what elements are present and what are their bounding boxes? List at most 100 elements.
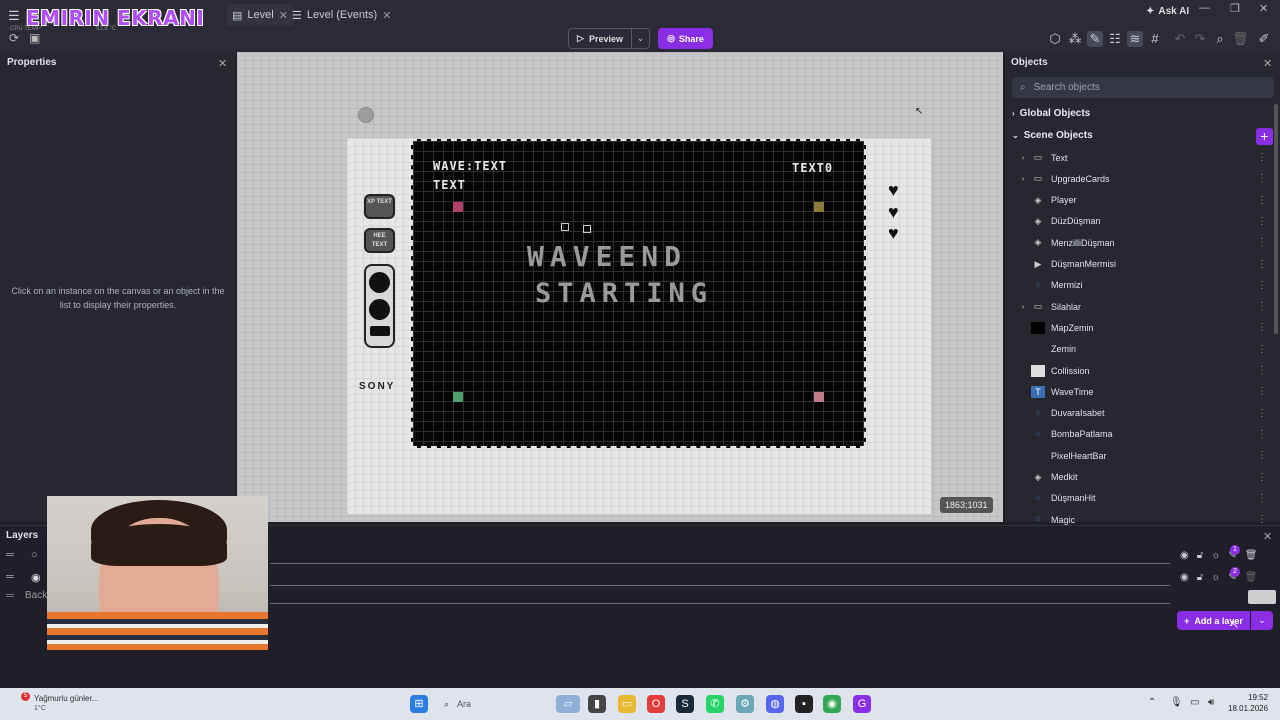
app-icon[interactable]: ▪	[795, 695, 813, 713]
delete-icon[interactable]: 🗑	[1232, 31, 1249, 47]
object-row[interactable]: ▶ DüşmanMermisi ⋮	[1015, 254, 1275, 275]
windows-start-icon[interactable]: ⊞	[410, 695, 428, 713]
more-options-icon[interactable]: ⋮	[1257, 237, 1267, 248]
redo-icon[interactable]: ↷	[1192, 31, 1208, 47]
xp-badge[interactable]: XP TEXT	[364, 194, 395, 219]
eye-icon[interactable]: ◉	[1180, 550, 1189, 561]
save-icon[interactable]: ▣	[29, 31, 40, 45]
more-options-icon[interactable]: ⋮	[1257, 472, 1267, 483]
tray-chevron-icon[interactable]: ⌃	[1148, 697, 1156, 708]
object-row[interactable]: ⁘ Mermizi ⋮	[1015, 275, 1275, 296]
close-icon[interactable]: ✕	[382, 9, 391, 22]
properties-list-icon[interactable]: ☷	[1107, 31, 1123, 47]
eye-icon[interactable]: ◉	[1180, 572, 1189, 583]
settings-icon[interactable]: ⚙	[736, 695, 754, 713]
preview-button[interactable]: ▷ Preview	[568, 28, 632, 49]
object-row[interactable]: Collission ⋮	[1015, 360, 1275, 381]
heart-icon[interactable]: ♥	[888, 180, 899, 201]
lock-icon[interactable]: 🔓︎	[1197, 550, 1203, 561]
background-color-swatch[interactable]	[1248, 590, 1276, 604]
heart-icon[interactable]: ♥	[888, 223, 899, 244]
scene-objects-group[interactable]: ⌄ Scene Objects	[1012, 130, 1093, 141]
object-row[interactable]: ◈ DüzDüşman ⋮	[1015, 211, 1275, 232]
brand-text[interactable]: SONY	[359, 381, 395, 392]
object-row[interactable]: PixelHeartBar ⋮	[1015, 445, 1275, 466]
pink-marker[interactable]	[453, 202, 463, 212]
folder-icon[interactable]: ▭	[618, 695, 636, 713]
chevron-right-icon[interactable]: ›	[1015, 302, 1031, 311]
more-options-icon[interactable]: ⋮	[1257, 173, 1267, 184]
layers-icon[interactable]: ≋	[1127, 31, 1143, 47]
more-options-icon[interactable]: ⋮	[1257, 259, 1267, 270]
close-icon[interactable]: ✕	[218, 57, 227, 70]
gold-marker[interactable]	[814, 202, 824, 212]
menu-icon[interactable]: ☰	[8, 8, 20, 24]
close-icon[interactable]: ✕	[1263, 530, 1272, 543]
close-icon[interactable]: ✕	[1263, 57, 1272, 70]
object-row[interactable]: ⁘ DuvaraIsabet ⋮	[1015, 403, 1275, 424]
objects-group-icon[interactable]: ⁂	[1067, 31, 1083, 47]
more-options-icon[interactable]: ⋮	[1257, 514, 1267, 525]
lock-icon[interactable]: 🔓︎	[1197, 572, 1203, 583]
microphone-icon[interactable]: 🎙︎	[1170, 697, 1183, 708]
wave-end-text[interactable]: WAVEEND	[527, 240, 687, 273]
heart-icon[interactable]: ♥	[888, 202, 899, 223]
undo-icon[interactable]: ↶	[1172, 31, 1188, 47]
object-row[interactable]: MapZemin ⋮	[1015, 317, 1275, 338]
drag-handle-icon[interactable]: ═	[6, 571, 14, 583]
opera-icon[interactable]: O	[647, 695, 665, 713]
more-options-icon[interactable]: ⋮	[1257, 216, 1267, 227]
radio-icon[interactable]: ○	[31, 549, 38, 561]
light-icon[interactable]: ☼	[1211, 550, 1220, 561]
trash-icon[interactable]: 🗑︎	[1245, 550, 1258, 561]
object-row[interactable]: ◈ Player ⋮	[1015, 190, 1275, 211]
zoom-icon[interactable]: ⌕	[1212, 31, 1228, 47]
chevron-right-icon[interactable]: ›	[1015, 153, 1031, 162]
radio-selected-icon[interactable]: ◉	[31, 571, 41, 584]
restore-icon[interactable]: ❐	[1230, 2, 1240, 15]
more-options-icon[interactable]: ⋮	[1257, 450, 1267, 461]
trash-icon[interactable]: 🗑︎	[1245, 572, 1258, 583]
rose-marker[interactable]	[814, 392, 824, 402]
tab-level[interactable]: ▤ Level ✕	[226, 4, 294, 26]
object-row[interactable]: Zemin ⋮	[1015, 339, 1275, 360]
object-row[interactable]: › ▭ Text ⋮	[1015, 147, 1275, 168]
controller-sprite[interactable]	[364, 264, 395, 348]
more-options-icon[interactable]: ⋮	[1257, 344, 1267, 355]
background-layer-label[interactable]: Back	[25, 590, 47, 601]
chevron-right-icon[interactable]: ›	[1015, 174, 1031, 183]
right-text-instance[interactable]: TEXT0	[792, 161, 833, 175]
green-marker[interactable]	[453, 392, 463, 402]
tab-level-events[interactable]: ☰ Level (Events) ✕	[286, 4, 397, 26]
text-instance[interactable]: TEXT	[433, 178, 466, 192]
grid-icon[interactable]: #	[1147, 31, 1163, 47]
circle-instance[interactable]	[358, 107, 374, 123]
more-options-icon[interactable]: ⋮	[1257, 408, 1267, 419]
more-options-icon[interactable]: ⋮	[1257, 301, 1267, 312]
add-layer-dropdown[interactable]: ⌄	[1251, 611, 1273, 630]
more-options-icon[interactable]: ⋮	[1257, 322, 1267, 333]
preview-dropdown[interactable]: ⌄	[632, 28, 650, 49]
global-objects-group[interactable]: › Global Objects	[1012, 108, 1090, 119]
drag-handle-icon[interactable]: ═	[6, 549, 14, 561]
object-row[interactable]: T WaveTime ⋮	[1015, 381, 1275, 402]
starting-text[interactable]: STARTING	[535, 278, 713, 309]
edit-scene-icon[interactable]: ✐	[1256, 31, 1272, 47]
object-row[interactable]: ⁘ DüşmanHit ⋮	[1015, 488, 1275, 509]
ask-ai-button[interactable]: ✦ Ask AI	[1146, 6, 1189, 17]
steam-icon[interactable]: S	[676, 695, 694, 713]
small-instance-icon[interactable]	[583, 225, 591, 233]
debug-icon[interactable]: ⟳	[9, 31, 19, 45]
object-row[interactable]: ◈ Medkit ⋮	[1015, 467, 1275, 488]
more-options-icon[interactable]: ⋮	[1257, 429, 1267, 440]
search-objects-input[interactable]: ⌕ Search objects	[1012, 77, 1274, 98]
window-close-icon[interactable]: ✕	[1259, 2, 1268, 15]
cube-icon[interactable]: ⬡	[1047, 31, 1063, 47]
edit-icon[interactable]: ✎	[1087, 31, 1103, 47]
more-options-icon[interactable]: ⋮	[1257, 195, 1267, 206]
object-row[interactable]: › ▭ UpgradeCards ⋮	[1015, 168, 1275, 189]
chrome-icon[interactable]: ◉	[823, 695, 841, 713]
small-instance-icon[interactable]	[561, 223, 569, 231]
network-icon[interactable]: ▭	[1190, 697, 1199, 708]
wave-text[interactable]: WAVE:TEXT	[433, 159, 507, 173]
